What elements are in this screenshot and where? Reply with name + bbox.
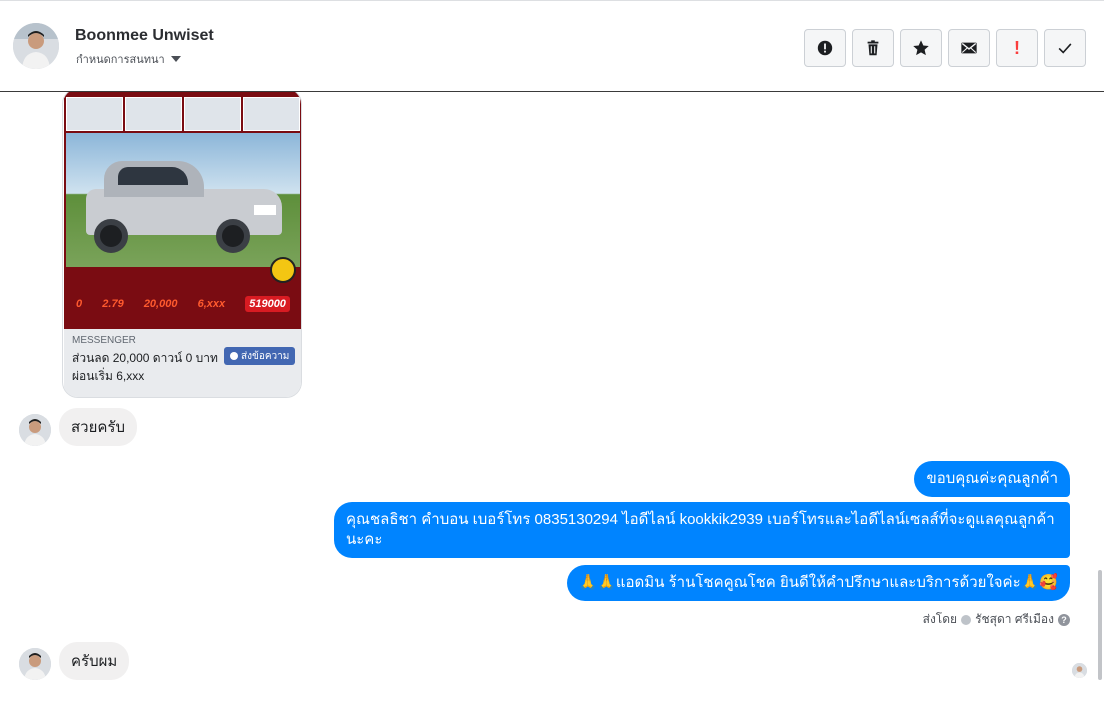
contact-name[interactable]: Boonmee Unwiset	[75, 27, 214, 45]
caret-down-icon	[170, 56, 181, 62]
ad-subline: ผ่อนเริ่ม 6,xxx	[72, 369, 145, 383]
dealer-logo-icon	[270, 257, 296, 283]
outgoing-message-bubble[interactable]: 🙏🙏แอดมิน ร้านโชคคูณโชค ยินดีให้คำปรึกษาแ…	[566, 565, 1070, 601]
follow-up-button[interactable]: !	[996, 29, 1038, 67]
envelope-icon	[961, 42, 977, 54]
thread-scrollbar[interactable]	[1098, 570, 1102, 680]
star-icon	[913, 40, 929, 56]
ad-price-row: 0 2.79 20,000 6,xxx 519000	[66, 284, 300, 324]
conversation-header: Boonmee Unwiset กำหนดการสนทนา !	[0, 0, 1104, 92]
mark-done-button[interactable]	[1044, 29, 1086, 67]
ad-headline: ส่วนลด 20,000 ดาวน์ 0 บาท	[72, 351, 218, 365]
contact-avatar-small[interactable]	[19, 414, 51, 446]
exclamation-icon: !	[1014, 38, 1020, 58]
action-toolbar: !	[804, 29, 1086, 67]
seen-indicator-avatar	[1072, 663, 1087, 678]
messenger-label: MESSENGER	[72, 335, 136, 346]
agent-icon	[961, 614, 972, 625]
delete-button[interactable]	[852, 29, 894, 67]
outgoing-message-bubble[interactable]: คุณชลธิชา คำบอน เบอร์โทร 0835130294 ไอดี…	[334, 502, 1070, 558]
incoming-message-bubble[interactable]: ครับผม	[59, 642, 130, 680]
assign-label: กำหนดการสนทนา	[76, 54, 165, 66]
send-message-button: ส่งข้อความ	[224, 347, 296, 365]
messenger-icon	[230, 352, 238, 360]
ad-price-down: 0	[76, 298, 83, 310]
pickup-truck-photo	[66, 133, 300, 267]
trash-icon	[867, 40, 879, 56]
message-thread[interactable]: 0 2.79 20,000 6,xxx 519000 MESSENGER ส่ว…	[0, 92, 1104, 711]
ad-thumbnail-strip	[66, 97, 300, 131]
sent-by-prefix: ส่งโดย	[922, 612, 958, 626]
mark-spam-button[interactable]	[804, 29, 846, 67]
contact-avatar-small[interactable]	[19, 648, 51, 680]
send-message-label: ส่งข้อความ	[241, 350, 290, 362]
ad-price-installment: 6,xxx	[197, 298, 226, 310]
sent-by-label: ส่งโดย รัชสุดา ศรีเมือง ?	[923, 610, 1070, 629]
assign-conversation-dropdown[interactable]: กำหนดการสนทนา	[76, 50, 181, 68]
incoming-message-bubble[interactable]: สวยครับ	[59, 408, 137, 446]
shared-image-attachment[interactable]: 0 2.79 20,000 6,xxx 519000 MESSENGER ส่ว…	[62, 92, 302, 398]
mark-unread-button[interactable]	[948, 29, 990, 67]
ad-price-rate: 2.79	[102, 298, 124, 310]
checkmark-icon	[1058, 43, 1072, 54]
sent-by-agent[interactable]: รัชสุดา ศรีเมือง	[975, 610, 1054, 629]
ad-price-discount: 20,000	[143, 298, 178, 310]
outgoing-message-bubble[interactable]: ขอบคุณค่ะคุณลูกค้า	[914, 461, 1070, 497]
car-ad-image: 0 2.79 20,000 6,xxx 519000	[64, 92, 301, 329]
messenger-ad-footer: MESSENGER ส่วนลด 20,000 ดาวน์ 0 บาท ผ่อน…	[64, 329, 301, 397]
help-icon[interactable]: ?	[1058, 613, 1070, 626]
alert-circle-icon	[817, 40, 833, 56]
ad-price-total: 519000	[245, 296, 290, 312]
star-button[interactable]	[900, 29, 942, 67]
contact-avatar[interactable]	[13, 23, 59, 69]
